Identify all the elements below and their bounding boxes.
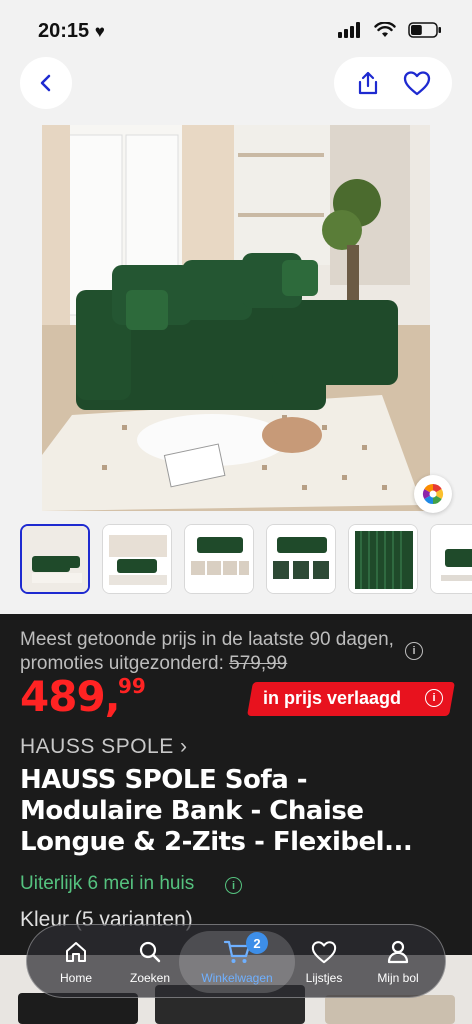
heart-icon — [403, 71, 430, 96]
favorite-button[interactable] — [402, 69, 432, 97]
sofa-photo — [42, 125, 430, 511]
price-reduced-badge-label: in prijs verlaagd — [263, 688, 402, 708]
thumbnail[interactable] — [430, 524, 472, 594]
reference-price-text: Meest getoonde prijs in de laatste 90 da… — [20, 629, 394, 674]
info-icon[interactable]: i — [405, 642, 423, 660]
info-icon[interactable]: i — [425, 689, 443, 707]
status-bar: 20:15 ♥ — [0, 0, 472, 56]
chevron-left-icon — [40, 74, 51, 92]
product-title: HAUSS SPOLE Sofa - Modulaire Bank - Chai… — [20, 765, 413, 857]
search-icon — [139, 941, 161, 963]
user-icon — [387, 940, 409, 964]
reference-price: 579,99 — [229, 653, 288, 674]
tab-search[interactable]: Zoeken — [115, 925, 185, 999]
info-icon[interactable]: i — [225, 877, 242, 894]
cart-count-badge: 2 — [246, 932, 268, 954]
thumbnail[interactable] — [184, 524, 254, 594]
tab-cart[interactable]: Winkelwagen — [185, 925, 289, 999]
status-time: 20:15 ♥ — [38, 20, 105, 42]
color-wheel-icon — [422, 483, 444, 505]
battery-icon — [408, 22, 441, 38]
delivery-info: Uiterlijk 6 mei in huis — [20, 873, 195, 894]
thumbnail-strip — [20, 524, 472, 594]
brand-link[interactable]: HAUSS SPOLE › — [20, 735, 188, 759]
tab-bar: Home Zoeken Winkelwagen Lijstjes Mijn bo… — [26, 924, 446, 998]
thumbnail[interactable] — [348, 524, 418, 594]
status-indicators — [338, 22, 442, 38]
back-button[interactable] — [20, 57, 72, 109]
action-buttons — [334, 57, 452, 109]
cellular-signal-icon — [338, 22, 360, 38]
thumbnail[interactable] — [20, 524, 90, 594]
thumbnail[interactable] — [102, 524, 172, 594]
share-button[interactable] — [355, 70, 381, 96]
heart-icon — [311, 941, 337, 964]
home-icon — [66, 942, 86, 962]
wifi-icon — [374, 22, 396, 37]
color-picker-button[interactable] — [414, 475, 452, 513]
product-image[interactable] — [42, 125, 430, 511]
tab-home[interactable]: Home — [41, 925, 111, 999]
tab-lists[interactable]: Lijstjes — [289, 925, 359, 999]
price: 489, 99 — [20, 672, 146, 721]
share-icon — [358, 71, 377, 95]
thumbnail[interactable] — [266, 524, 336, 594]
tab-account[interactable]: Mijn bol — [363, 925, 433, 999]
